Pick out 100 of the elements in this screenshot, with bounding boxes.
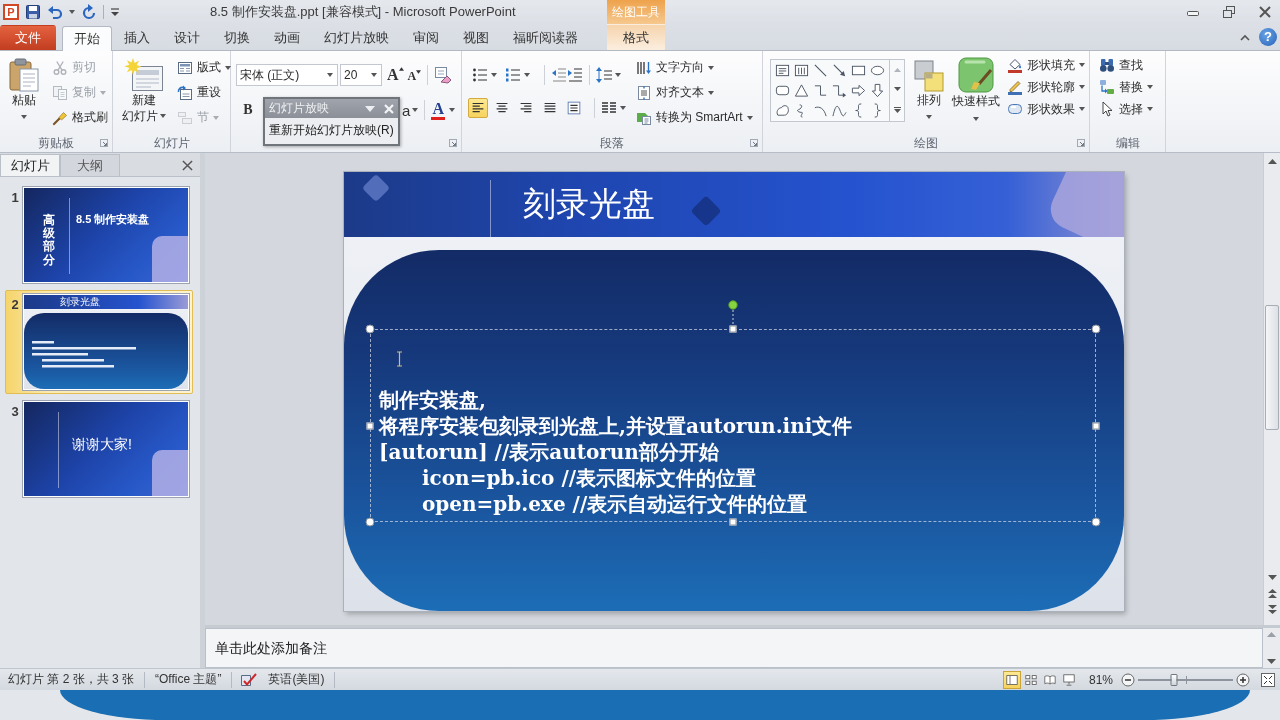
smartart-button[interactable]: 转换为 SmartArt xyxy=(634,105,755,130)
next-slide-icon[interactable] xyxy=(1267,605,1277,614)
resize-handle-icon[interactable] xyxy=(365,517,375,527)
customize-toolbar-icon[interactable] xyxy=(110,6,120,18)
redo-icon[interactable] xyxy=(81,4,97,20)
dialog-launcher-icon[interactable] xyxy=(100,139,108,147)
scroll-down-icon[interactable] xyxy=(1267,659,1276,664)
caret-icon[interactable] xyxy=(491,73,497,77)
scroll-down-icon[interactable] xyxy=(893,87,901,92)
notes-field[interactable]: 单击此处添加备注 xyxy=(205,628,1263,668)
scroll-down-icon[interactable] xyxy=(1267,575,1277,580)
columns-icon[interactable] xyxy=(601,100,617,116)
dialog-launcher-icon[interactable] xyxy=(750,139,758,147)
theme-name[interactable]: “Office 主题” xyxy=(145,671,232,688)
resize-handle-icon[interactable] xyxy=(1091,517,1101,527)
undo-icon[interactable] xyxy=(47,4,63,20)
font-name-field[interactable]: 宋体 (正文) xyxy=(236,64,338,86)
line-icon[interactable] xyxy=(813,62,828,78)
text-box-icon[interactable] xyxy=(775,62,790,78)
zoom-level[interactable]: 81% xyxy=(1088,672,1113,687)
ribbon-tab[interactable]: 插入 xyxy=(112,25,162,50)
format-painter-button[interactable]: 格式刷 xyxy=(50,105,110,130)
elbow-arrow-icon[interactable] xyxy=(832,82,847,98)
caret-icon[interactable] xyxy=(69,10,75,14)
replace-button[interactable]: 替换 xyxy=(1097,76,1155,98)
dialog-launcher-icon[interactable] xyxy=(1077,139,1085,147)
bullets-icon[interactable] xyxy=(472,67,488,83)
restore-icon[interactable] xyxy=(1222,5,1236,19)
grow-font-button[interactable]: A xyxy=(387,66,404,84)
normal-view-icon[interactable] xyxy=(1002,670,1021,689)
slide-thumbnail[interactable]: 3 谢谢大家! xyxy=(5,397,193,501)
fit-to-window-icon[interactable] xyxy=(1260,671,1276,688)
line-spacing-icon[interactable] xyxy=(596,67,612,83)
scroll-up-icon[interactable] xyxy=(1267,159,1277,164)
dialog-launcher-icon[interactable] xyxy=(449,139,457,147)
font-color-button[interactable]: A xyxy=(431,100,456,120)
shape-effects-button[interactable]: 形状效果 xyxy=(1005,98,1087,120)
ribbon-tab[interactable]: 幻灯片放映 xyxy=(312,25,401,50)
rotation-handle-icon[interactable] xyxy=(728,300,738,326)
numbering-icon[interactable] xyxy=(505,67,521,83)
caret-icon[interactable] xyxy=(524,73,530,77)
text-direction-button[interactable]: 文字方向 xyxy=(634,55,755,80)
file-tab[interactable]: 文件 xyxy=(0,25,56,50)
arrange-button[interactable]: 排列 xyxy=(910,54,948,134)
spell-check-icon[interactable] xyxy=(240,671,259,688)
more-icon[interactable] xyxy=(893,107,901,114)
clear-formatting-icon[interactable] xyxy=(434,66,453,84)
shape-fill-button[interactable]: 形状填充 xyxy=(1005,54,1087,76)
freeform-icon[interactable] xyxy=(775,102,790,118)
arrow-icon[interactable] xyxy=(832,62,847,78)
resize-handle-icon[interactable] xyxy=(729,325,737,333)
caret-icon[interactable] xyxy=(620,106,626,110)
quick-styles-button[interactable]: 快速样式 xyxy=(950,54,1002,134)
ribbon-tab[interactable]: 开始 xyxy=(62,26,112,51)
ribbon-tab[interactable]: 动画 xyxy=(262,25,312,50)
resize-handle-icon[interactable] xyxy=(1092,422,1100,429)
layout-button[interactable]: 版式 xyxy=(175,55,233,80)
decrease-indent-icon[interactable] xyxy=(551,67,567,83)
zoom-in-icon[interactable] xyxy=(1236,672,1250,687)
app-logo[interactable]: P xyxy=(3,4,19,20)
slide-thumbnail[interactable]: 1 高级部分 8.5 制作安装盘 xyxy=(5,183,193,287)
zoom-out-icon[interactable] xyxy=(1121,672,1135,687)
context-tab[interactable]: 格式 xyxy=(607,24,665,50)
increase-indent-icon[interactable] xyxy=(567,67,583,83)
align-left-icon[interactable] xyxy=(468,98,488,118)
reset-button[interactable]: 重设 xyxy=(175,80,233,105)
ribbon-tab[interactable]: 审阅 xyxy=(401,25,451,50)
select-button[interactable]: 选择 xyxy=(1097,98,1155,120)
panel-tab[interactable]: 幻灯片 xyxy=(0,154,60,176)
ribbon-tab[interactable]: 设计 xyxy=(162,25,212,50)
resize-handle-icon[interactable] xyxy=(366,422,374,429)
elbow-connector-icon[interactable] xyxy=(813,82,828,98)
right-arrow-icon[interactable] xyxy=(851,82,866,98)
align-text-button[interactable]: 对齐文本 xyxy=(634,80,755,105)
scroll-thumb[interactable] xyxy=(1265,305,1279,430)
slide-thumbnail[interactable]: 2 刻录光盘 xyxy=(5,290,193,394)
close-icon[interactable] xyxy=(182,160,193,171)
panel-tab[interactable]: 大纲 xyxy=(60,154,120,176)
save-icon[interactable] xyxy=(25,4,41,20)
language-label[interactable]: 英语(美国) xyxy=(258,671,335,688)
triangle-icon[interactable] xyxy=(794,82,809,98)
previous-slide-icon[interactable] xyxy=(1267,589,1277,598)
bold-button[interactable]: B xyxy=(240,102,256,118)
change-case-button[interactable]: a xyxy=(402,101,419,119)
resize-handle-icon[interactable] xyxy=(365,324,375,334)
chevron-up-icon[interactable] xyxy=(1239,33,1251,41)
slider-thumb[interactable] xyxy=(1170,673,1178,686)
caret-icon[interactable] xyxy=(615,73,621,77)
vertical-text-box-icon[interactable] xyxy=(794,62,809,78)
shrink-font-button[interactable]: A xyxy=(407,66,422,84)
ribbon-tab[interactable]: 切换 xyxy=(212,25,262,50)
ribbon-tab[interactable]: 视图 xyxy=(451,25,501,50)
zoom-slider[interactable] xyxy=(1138,672,1233,687)
shape-outline-button[interactable]: 形状轮廓 xyxy=(1005,76,1087,98)
new-slide-button[interactable]: 新建 幻灯片 xyxy=(119,54,169,134)
font-size-field[interactable]: 20 xyxy=(340,64,382,86)
paste-button[interactable]: 粘贴 xyxy=(4,54,44,134)
restart-slideshow-button[interactable]: 重新开始幻灯片放映(R) xyxy=(265,118,398,139)
find-button[interactable]: 查找 xyxy=(1097,54,1155,76)
resize-handle-icon[interactable] xyxy=(729,518,737,526)
